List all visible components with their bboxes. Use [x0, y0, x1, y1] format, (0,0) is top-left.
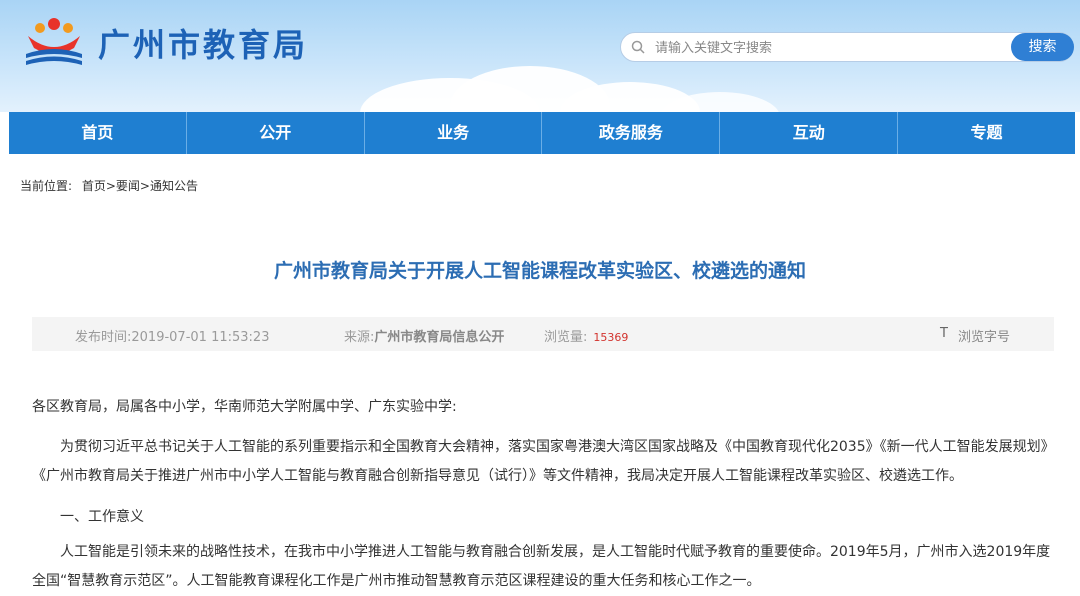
- main-nav: 首页 公开 业务 政务服务 互动 专题: [9, 112, 1075, 154]
- nav-item-home[interactable]: 首页: [9, 112, 187, 154]
- source-label: 来源:: [344, 330, 375, 345]
- publish-label: 发布时间:: [75, 330, 132, 345]
- nav-item-gov-service[interactable]: 政务服务: [542, 112, 721, 154]
- publish-value: 2019-07-01 11:53:23: [131, 330, 270, 345]
- views-count: 15369: [593, 331, 629, 344]
- site-title: 广州市教育局: [98, 26, 309, 64]
- article-meta-bar: 发布时间:2019-07-01 11:53:23 来源:广州市教育局信息公开 浏…: [32, 317, 1054, 351]
- source: 来源:广州市教育局信息公开: [344, 326, 504, 345]
- salutation: 各区教育局，局属各中小学，华南师范大学附属中学、广东实验中学:: [32, 399, 457, 415]
- nav-item-business[interactable]: 业务: [365, 112, 543, 154]
- article-title: 广州市教育局关于开展人工智能课程改革实验区、校遴选的通知: [273, 260, 806, 282]
- breadcrumb-path[interactable]: 首页>要闻>通知公告: [82, 179, 198, 193]
- nav-item-interaction[interactable]: 互动: [720, 112, 899, 154]
- views: 浏览量: 15369: [544, 326, 628, 345]
- paragraph: 人工智能是引领未来的战略性技术，在我市中小学推进人工智能与教育融合创新发展，是人…: [32, 544, 1051, 589]
- breadcrumb: 当前位置: 首页>要闻>通知公告: [20, 177, 198, 194]
- source-value: 广州市教育局信息公开: [374, 330, 505, 345]
- header-banner: 广州市教育局 搜索: [0, 0, 1080, 112]
- nav-item-topics[interactable]: 专题: [898, 112, 1075, 154]
- search-button[interactable]: 搜索: [1011, 33, 1074, 61]
- views-label: 浏览量:: [544, 330, 588, 345]
- font-size-toggle[interactable]: 浏览字号: [958, 326, 1010, 345]
- paragraph: 为贯彻习近平总书记关于人工智能的系列重要指示和全国教育大会精神，落实国家粤港澳大…: [32, 439, 1055, 484]
- section-heading: 一、工作意义: [60, 509, 144, 525]
- breadcrumb-label: 当前位置:: [20, 179, 73, 193]
- publish-time: 发布时间:2019-07-01 11:53:23: [75, 326, 269, 345]
- search-input[interactable]: [653, 37, 1017, 59]
- search-icon: [631, 40, 645, 54]
- nav-item-public[interactable]: 公开: [187, 112, 365, 154]
- search-box[interactable]: [620, 32, 1074, 62]
- education-bureau-logo: [26, 18, 82, 65]
- font-size-icon[interactable]: T: [940, 326, 948, 341]
